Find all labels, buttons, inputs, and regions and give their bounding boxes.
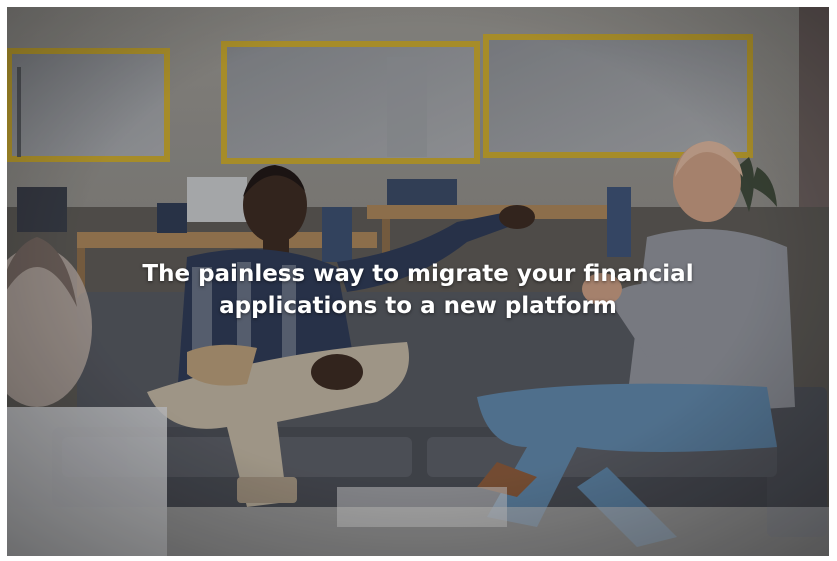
hero-headline-line-2: applications to a new platform bbox=[219, 293, 617, 320]
hero-headline-line-1: The painless way to migrate your financi… bbox=[142, 261, 694, 288]
hero-headline: The painless way to migrate your financi… bbox=[7, 258, 829, 322]
hero-banner: The painless way to migrate your financi… bbox=[7, 7, 829, 556]
